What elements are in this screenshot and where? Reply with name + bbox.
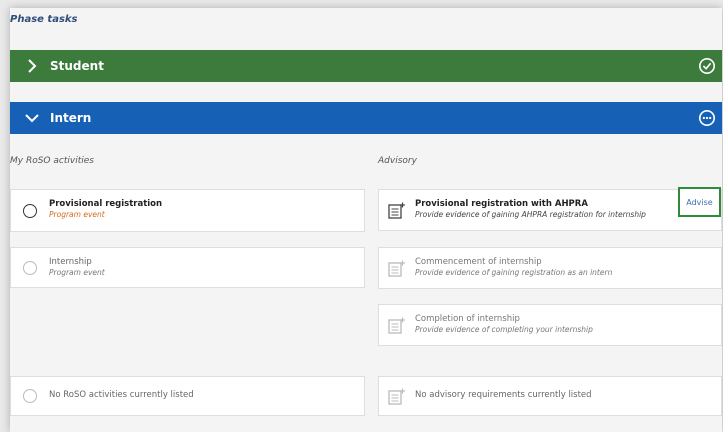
roso-item-type: Program event	[49, 268, 105, 277]
roso-heading: My RoSO activities	[10, 156, 94, 166]
advisory-item-desc: Provide evidence of gaining AHPRA regist…	[415, 210, 646, 219]
advisory-empty-text: No advisory requirements currently liste…	[415, 390, 592, 400]
advisory-item-commencement[interactable]: Commencement of internship Provide evide…	[378, 247, 722, 289]
section-student-label: Student	[50, 59, 104, 73]
status-circle-icon[interactable]	[23, 203, 37, 218]
document-add-icon	[388, 317, 405, 334]
advisory-heading: Advisory	[378, 156, 417, 166]
document-add-icon	[388, 202, 405, 219]
roso-item-name: Provisional registration	[49, 199, 163, 209]
chevron-right-icon	[28, 59, 37, 73]
roso-empty-text: No RoSO activities currently listed	[49, 390, 194, 400]
advisory-item-name: Completion of internship	[415, 314, 520, 324]
roso-item-type: Program event	[49, 210, 105, 219]
status-circle-icon[interactable]	[23, 260, 37, 275]
advisory-empty: No advisory requirements currently liste…	[378, 376, 722, 416]
advisory-item-name: Commencement of internship	[415, 257, 542, 267]
advisory-item-desc: Provide evidence of gaining registration…	[415, 268, 613, 277]
section-intern-label: Intern	[50, 111, 92, 125]
status-circle-icon	[23, 389, 37, 403]
chevron-down-icon	[25, 114, 39, 123]
roso-item-internship[interactable]: Internship Program event	[10, 247, 365, 288]
roso-item-provisional-registration[interactable]: Provisional registration Program event	[10, 189, 365, 232]
check-circle-icon	[698, 57, 716, 75]
document-add-icon	[388, 388, 405, 405]
advisory-item-desc: Provide evidence of completing your inte…	[415, 325, 593, 334]
advisory-item-ahpra[interactable]: Provisional registration with AHPRA Prov…	[378, 187, 722, 231]
advisory-item-completion[interactable]: Completion of internship Provide evidenc…	[378, 304, 722, 346]
phase-tasks-title: Phase tasks	[10, 14, 78, 25]
roso-empty: No RoSO activities currently listed	[10, 376, 365, 416]
roso-item-name: Internship	[49, 257, 92, 267]
advisory-item-name: Provisional registration with AHPRA	[415, 199, 588, 209]
advise-button[interactable]: Advise	[678, 187, 721, 217]
section-intern[interactable]: Intern	[10, 102, 722, 134]
document-add-icon	[388, 260, 405, 277]
section-student[interactable]: Student	[10, 50, 722, 82]
more-circle-icon	[698, 109, 716, 127]
